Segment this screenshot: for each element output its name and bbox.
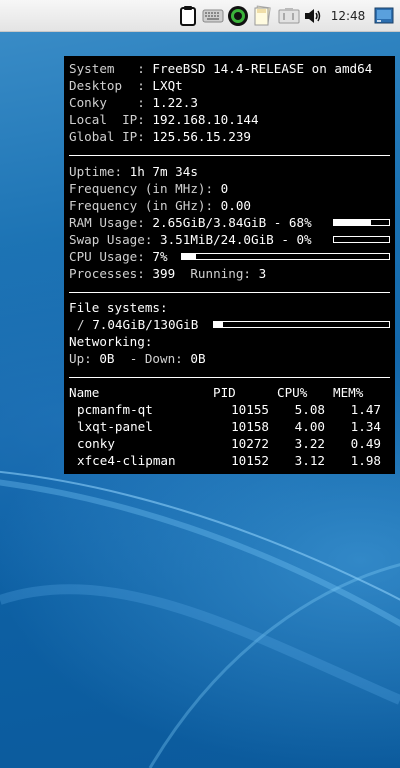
process-name: xfce4-clipman xyxy=(77,453,176,468)
up-value: 0B xyxy=(99,351,115,366)
conky-version-label: Conky : xyxy=(69,95,145,110)
uptime-label: Uptime: xyxy=(69,164,123,179)
conky-version-value: 1.22.3 xyxy=(152,95,198,110)
processes-line: Processes: 399 Running: 3 xyxy=(69,265,266,282)
global-ip-label: Global IP: xyxy=(69,129,145,144)
root-fs-fill xyxy=(214,322,224,327)
uptime-line: Uptime: 1h 7m 34s xyxy=(69,163,198,180)
ram-usage-bar xyxy=(333,219,390,226)
clock[interactable]: 12:48 xyxy=(326,0,370,32)
header-cpu: CPU% xyxy=(277,385,308,400)
process-pid: 10272 xyxy=(231,436,269,451)
process-mem: 1.34 xyxy=(350,419,381,434)
cpu-label: CPU Usage: xyxy=(69,249,145,264)
freq-mhz-label: Frequency (in MHz): xyxy=(69,181,214,196)
networking-heading: Networking: xyxy=(69,334,153,349)
network-traffic-line: Up: 0B - Down: 0B xyxy=(69,350,206,367)
desktop-line: Desktop : LXQt xyxy=(69,77,183,94)
global-ip-line: Global IP: 125.56.15.239 xyxy=(69,128,251,145)
root-fs-bar xyxy=(213,321,390,328)
process-table-header: Name PID CPU% MEM% xyxy=(64,384,395,401)
process-pid: 10152 xyxy=(231,453,269,468)
cpu-value: 7% xyxy=(152,249,168,264)
down-value: 0B xyxy=(190,351,206,366)
ram-usage-fill xyxy=(334,220,372,225)
desktop-value: LXQt xyxy=(152,78,183,93)
process-mem: 1.98 xyxy=(350,453,381,468)
swap-label: Swap Usage: xyxy=(69,232,153,247)
process-name: conky xyxy=(77,436,115,451)
local-ip-line: Local IP: 192.168.10.144 xyxy=(69,111,259,128)
up-label: Up: xyxy=(69,351,92,366)
global-ip-value: 125.56.15.239 xyxy=(152,129,251,144)
swap-value: 3.51MiB/24.0GiB - 0% xyxy=(160,232,312,247)
swap-line: Swap Usage: 3.51MiB/24.0GiB - 0% xyxy=(69,231,312,248)
process-pid: 10158 xyxy=(231,419,269,434)
battery-icon[interactable] xyxy=(278,5,300,27)
root-fs-line: / 7.04GiB/130GiB xyxy=(77,316,198,333)
ram-value: 2.65GiB/3.84GiB - 68% xyxy=(152,215,312,230)
process-cpu: 3.12 xyxy=(294,453,325,468)
divider xyxy=(69,155,390,156)
table-row: lxqt-panel 10158 4.00 1.34 xyxy=(64,418,395,435)
notes-icon[interactable] xyxy=(252,5,274,27)
process-pid: 10155 xyxy=(231,402,269,417)
processes-value: 399 xyxy=(152,266,176,281)
process-mem: 0.49 xyxy=(350,436,381,451)
process-cpu: 3.22 xyxy=(294,436,325,451)
filesystems-heading: File systems: xyxy=(69,300,168,315)
process-cpu: 4.00 xyxy=(294,419,325,434)
header-name: Name xyxy=(69,385,100,400)
divider xyxy=(69,377,390,378)
show-desktop-icon[interactable] xyxy=(374,5,394,27)
ram-label: RAM Usage: xyxy=(69,215,145,230)
process-name: lxqt-panel xyxy=(77,419,153,434)
cpu-usage-bar xyxy=(181,253,390,260)
swap-usage-bar xyxy=(333,236,390,243)
down-label: - Down: xyxy=(129,351,183,366)
top-panel: 12:48 xyxy=(0,0,400,32)
process-name: pcmanfm-qt xyxy=(77,402,153,417)
local-ip-value: 192.168.10.144 xyxy=(152,112,259,127)
conky-version-line: Conky : 1.22.3 xyxy=(69,94,198,111)
ram-line: RAM Usage: 2.65GiB/3.84GiB - 68% xyxy=(69,214,312,231)
cpu-line: CPU Usage: 7% xyxy=(69,248,168,265)
root-fs-value: 7.04GiB/130GiB xyxy=(92,317,199,332)
divider xyxy=(69,292,390,293)
table-row: xfce4-clipman 10152 3.12 1.98 xyxy=(64,452,395,469)
volume-icon[interactable] xyxy=(303,5,323,27)
conky-monitor: System : FreeBSD 14.4-RELEASE on amd64 D… xyxy=(64,56,395,474)
processes-label: Processes: xyxy=(69,266,145,281)
table-row: conky 10272 3.22 0.49 xyxy=(64,435,395,452)
local-ip-label: Local IP: xyxy=(69,112,145,127)
system-line: System : FreeBSD 14.4-RELEASE on amd64 xyxy=(69,60,372,77)
root-fs-label: / xyxy=(77,317,85,332)
header-pid: PID xyxy=(213,385,236,400)
desktop-label: Desktop : xyxy=(69,78,145,93)
uptime-value: 1h 7m 34s xyxy=(129,164,198,179)
status-ring-icon[interactable] xyxy=(227,5,249,27)
system-value: FreeBSD 14.4-RELEASE on amd64 xyxy=(152,61,373,76)
running-label: Running: xyxy=(190,266,252,281)
freq-ghz-label: Frequency (in GHz): xyxy=(69,198,214,213)
freq-ghz-value: 0.00 xyxy=(220,198,251,213)
freq-ghz-line: Frequency (in GHz): 0.00 xyxy=(69,197,251,214)
freq-mhz-value: 0 xyxy=(220,181,229,196)
process-mem: 1.47 xyxy=(350,402,381,417)
running-value: 3 xyxy=(258,266,267,281)
system-label: System : xyxy=(69,61,145,76)
cpu-usage-fill xyxy=(182,254,197,259)
clipboard-icon[interactable] xyxy=(178,5,198,27)
process-cpu: 5.08 xyxy=(294,402,325,417)
freq-mhz-line: Frequency (in MHz): 0 xyxy=(69,180,228,197)
header-mem: MEM% xyxy=(333,385,364,400)
table-row: pcmanfm-qt 10155 5.08 1.47 xyxy=(64,401,395,418)
keyboard-icon[interactable] xyxy=(202,5,224,27)
